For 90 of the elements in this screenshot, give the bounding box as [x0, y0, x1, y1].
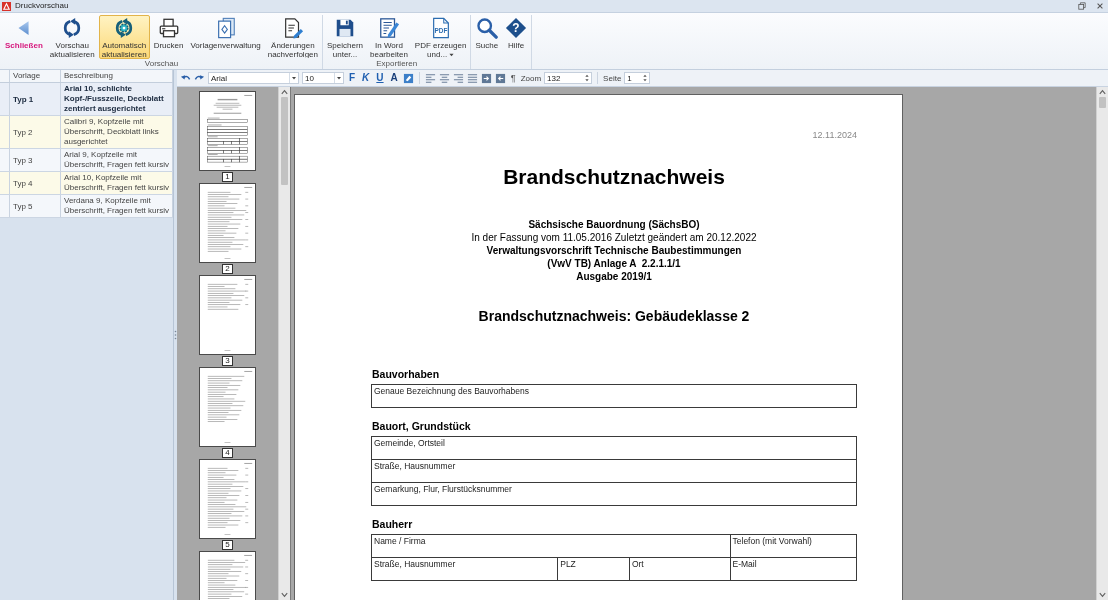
italic-button[interactable]: K [360, 72, 372, 84]
highlight-icon[interactable] [402, 72, 414, 84]
align-right-icon[interactable] [452, 72, 464, 84]
align-center-icon[interactable] [438, 72, 450, 84]
column-header[interactable]: Vorlage [10, 70, 61, 82]
zoom-label: Zoom [520, 73, 542, 83]
document-title: Brandschutznachweis [503, 165, 725, 189]
dropdown-arrow-icon[interactable] [289, 73, 298, 83]
document-date: 12.11.2024 [812, 130, 857, 141]
ribbon-group-label: Vorschau [144, 59, 179, 69]
template-name: Typ 5 [10, 195, 61, 217]
font-select[interactable]: Arial [208, 72, 299, 84]
page-label: Seite [603, 73, 622, 83]
save-as-button[interactable]: Speichern unter... [324, 15, 366, 59]
page-number-label: 2 [222, 264, 233, 274]
close-icon[interactable] [1096, 2, 1104, 10]
paragraph-marks-button[interactable]: ¶ [508, 72, 518, 84]
subtitle-line: In der Fassung vom 11.05.2016 Zuletzt geändert am 20.12.2022 [471, 231, 757, 244]
save-icon [334, 17, 356, 39]
template-row[interactable]: Typ 3 Arial 9, Kopfzeile mit Überschrift, Fragen fett kursiv [0, 149, 173, 172]
page-thumbnail[interactable] [199, 367, 256, 447]
template-manager-button[interactable]: Vorlagenverwaltung [187, 15, 264, 59]
vertical-scrollbar[interactable] [1096, 87, 1108, 600]
field-label: E-Mail [732, 559, 757, 569]
template-row[interactable]: Typ 5 Verdana 9, Kopfzeile mit Überschrift, Fragen fett kursiv [0, 195, 173, 218]
page-thumbnail[interactable] [199, 183, 256, 263]
page-thumbnail[interactable] [199, 275, 256, 355]
field-label: Gemeinde, Ortsteil [374, 438, 445, 448]
page-field[interactable]: 1 [624, 72, 651, 84]
page-number-label: 4 [222, 448, 233, 458]
auto-refresh-button[interactable]: Automatisch aktualisieren [98, 15, 150, 59]
field-label: Straße, Hausnummer [374, 461, 456, 471]
app-icon [2, 1, 11, 11]
track-changes-button[interactable]: Änderungen nachverfolgen [264, 15, 321, 59]
page-number-label: 5 [222, 540, 233, 550]
help-button[interactable]: ? Hilfe [502, 15, 531, 59]
search-icon [475, 17, 498, 39]
document-heading: Brandschutznachweis: Gebäudeklasse 2 [478, 308, 750, 325]
underline-button[interactable]: U [374, 72, 386, 84]
splitter-grip-icon[interactable] [174, 330, 177, 340]
print-button[interactable]: Drucken [150, 15, 187, 59]
template-name: Typ 4 [10, 172, 61, 194]
justify-icon[interactable] [466, 72, 478, 84]
field-label: Straße, Hausnummer [374, 559, 456, 569]
page-number-label: 1 [222, 172, 233, 182]
refresh-preview-button[interactable]: Vorschau aktualisieren [46, 15, 98, 59]
field-label: Telefon (mit Vorwahl) [732, 536, 812, 546]
close-button[interactable]: Schließen [2, 15, 46, 59]
template-row[interactable]: Typ 1 Arial 10, schlichte Kopf-/Fusszeile, Deckblatt zentriert ausgerichtet [0, 83, 173, 116]
subtitle-line: Sächsische Bauordnung (SächsBO) [528, 218, 700, 231]
section-title: Bauherr [372, 518, 414, 531]
template-row[interactable]: Typ 4 Arial 10, Kopfzeile mit Überschrift, Fragen fett kursiv [0, 172, 173, 195]
ribbon-group-label: Exportieren [376, 59, 418, 69]
page-thumbnail[interactable] [199, 459, 256, 539]
subtitle-line: (VwV TB) Anlage A 2.2.1.1/1 [547, 257, 681, 270]
search-button[interactable]: Suche [472, 15, 502, 59]
subtitle-line: Ausgabe 2019/1 [576, 270, 652, 283]
section-title: Bauort, Grundstück [372, 420, 472, 433]
caret-icon [449, 52, 455, 57]
field-label: Ort [631, 559, 644, 569]
scroll-thumb[interactable] [1099, 97, 1106, 108]
zoom-field[interactable]: 132 [544, 72, 593, 84]
template-name: Typ 3 [10, 149, 61, 171]
template-row[interactable]: Typ 2 Calibri 9, Kopfzeile mit Überschrift, Deckblatt links ausgerichtet [0, 116, 173, 149]
window-title: Druckvorschau [15, 1, 69, 11]
page-thumbnail[interactable] [199, 551, 256, 600]
window-restore-icon[interactable] [1078, 2, 1086, 10]
field-label: Gemarkung, Flur, Flurstücksnummer [374, 484, 512, 494]
help-icon: ? [505, 17, 528, 39]
scroll-thumb[interactable] [281, 97, 288, 185]
subtitle-line: Verwaltungsvorschrift Technische Baubestimmungen [486, 244, 742, 257]
indent-icon[interactable] [480, 72, 492, 84]
document-edit-icon [377, 17, 400, 39]
template-name: Typ 1 [10, 83, 61, 115]
edit-in-word-button[interactable]: In Word bearbeiten [367, 15, 411, 59]
font-color-button[interactable]: A [388, 72, 400, 84]
bold-button[interactable]: F [347, 72, 358, 84]
section-title: Bauvorhaben [372, 368, 441, 381]
field-label: Genaue Bezeichnung des Bauvorhabens [374, 386, 529, 396]
dropdown-arrow-icon[interactable] [334, 73, 343, 83]
field-label: Name / Firma [374, 536, 426, 546]
page-number-label: 3 [222, 356, 233, 366]
field-label: PLZ [560, 559, 576, 569]
template-name: Typ 2 [10, 116, 61, 148]
align-left-icon[interactable] [424, 72, 436, 84]
page-thumbnail[interactable] [199, 91, 256, 171]
vertical-scrollbar[interactable] [278, 87, 290, 600]
printer-icon [157, 17, 180, 39]
font-size-select[interactable]: 10 [302, 72, 344, 84]
outdent-icon[interactable] [494, 72, 506, 84]
